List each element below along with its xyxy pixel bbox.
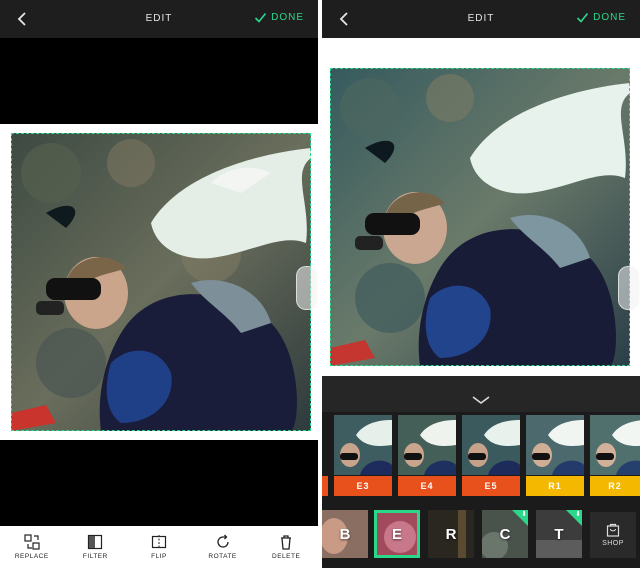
tool-label: DELETE — [272, 553, 301, 560]
check-icon — [577, 12, 589, 23]
pack-t[interactable]: T ⬇ — [536, 510, 582, 558]
shop-icon — [606, 523, 620, 537]
filter-label: E5 — [462, 476, 520, 496]
done-label: DONE — [271, 12, 304, 23]
diver-photo — [330, 68, 630, 366]
delete-button[interactable]: DELETE — [256, 534, 316, 560]
filter-card-e3[interactable]: E3 — [334, 415, 392, 499]
pack-b[interactable]: B — [322, 510, 368, 558]
download-icon: ⬇ — [575, 511, 581, 518]
pack-label: R — [445, 525, 457, 543]
check-icon — [255, 12, 267, 23]
filter-card-r1[interactable]: R1 — [526, 415, 584, 499]
top-bar: EDIT DONE — [0, 0, 318, 38]
right-screen: EDIT DONE E3 E4 E5 R1 R2 B E R C ⬇ T ⬇ S… — [322, 0, 640, 568]
filter-card-partial[interactable] — [322, 415, 328, 499]
filter-label: R1 — [526, 476, 584, 496]
filter-thumbnail — [590, 415, 640, 475]
diver-photo — [11, 133, 311, 431]
left-screen: EDIT DONE REPLACE FILTER FLIP ROTATE DEL… — [0, 0, 318, 568]
filter-thumbnail — [398, 415, 456, 475]
filter-card-e4[interactable]: E4 — [398, 415, 456, 499]
filter-label: R2 — [590, 476, 640, 496]
rotate-button[interactable]: ROTATE — [193, 534, 253, 560]
shop-label: SHOP — [602, 540, 624, 547]
filter-icon — [88, 534, 103, 550]
tool-label: FILTER — [82, 553, 108, 560]
done-button[interactable]: DONE — [576, 11, 626, 24]
letterbox-bottom — [0, 440, 318, 526]
pack-r[interactable]: R — [428, 510, 474, 558]
download-icon: ⬇ — [521, 511, 527, 518]
filter-thumbnail — [334, 415, 392, 475]
drag-handle[interactable] — [296, 266, 318, 310]
pack-e-selected[interactable]: E — [374, 510, 420, 558]
done-button[interactable]: DONE — [254, 11, 304, 24]
trash-icon — [281, 535, 292, 550]
shop-button[interactable]: SHOP — [590, 512, 636, 558]
flip-button[interactable]: FLIP — [129, 534, 189, 560]
letterbox-top — [0, 38, 318, 124]
replace-button[interactable]: REPLACE — [2, 534, 62, 560]
flip-icon — [151, 535, 167, 549]
tool-label: REPLACE — [14, 553, 49, 560]
tool-bar: REPLACE FILTER FLIP ROTATE DELETE — [0, 526, 318, 568]
replace-icon — [24, 534, 40, 550]
done-label: DONE — [593, 12, 626, 23]
filter-button[interactable]: FILTER — [65, 534, 125, 560]
filter-thumbnail — [462, 415, 520, 475]
filter-thumbnail — [526, 415, 584, 475]
rotate-icon — [216, 534, 229, 548]
pack-label: B — [339, 525, 351, 543]
tool-label: FLIP — [151, 553, 167, 560]
canvas-top-margin — [322, 38, 640, 60]
drag-handle[interactable] — [618, 266, 640, 310]
filter-card-e5[interactable]: E5 — [462, 415, 520, 499]
chevron-down-icon[interactable] — [470, 394, 492, 406]
photo-canvas[interactable] — [11, 133, 311, 431]
filter-card-r2[interactable]: R2 — [590, 415, 640, 499]
filter-label: E3 — [334, 476, 392, 496]
tool-label: ROTATE — [208, 553, 237, 560]
top-bar: EDIT DONE — [322, 0, 640, 38]
filter-label: E4 — [398, 476, 456, 496]
filter-strip: E3 E4 E5 R1 R2 — [322, 415, 640, 499]
pack-c[interactable]: C ⬇ — [482, 510, 528, 558]
pack-label: E — [391, 525, 402, 543]
photo-canvas[interactable] — [330, 68, 630, 366]
